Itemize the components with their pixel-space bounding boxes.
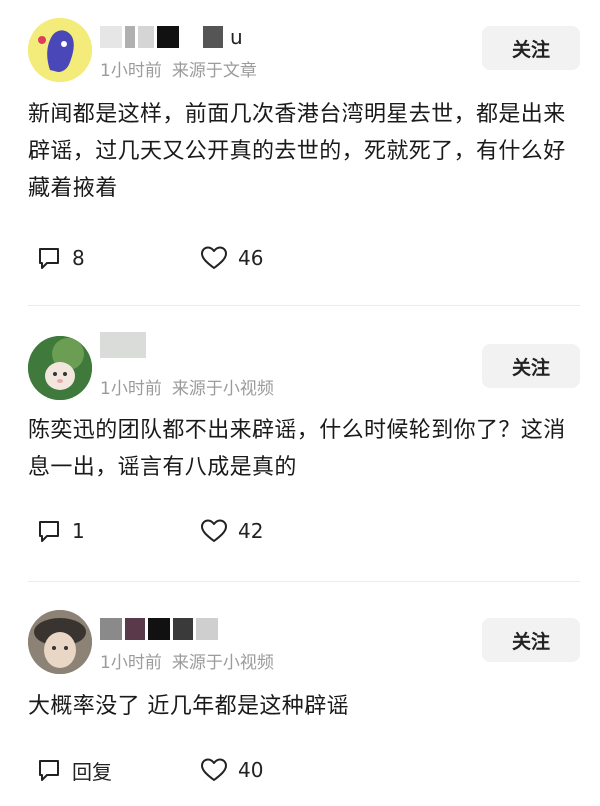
avatar[interactable] bbox=[28, 610, 92, 674]
heart-outline-icon bbox=[200, 518, 228, 544]
comment-time: 1小时前 bbox=[100, 61, 162, 81]
comment-item: 1小时前 来源于小视频 关注 大概率没了 近几年都是这种辟谣 回复 40 bbox=[0, 582, 600, 806]
username[interactable] bbox=[100, 332, 146, 358]
comment-actions: 8 46 bbox=[36, 245, 580, 271]
comment-item: 1小时前 来源于小视频 关注 陈奕迅的团队都不出来辟谣，什么时候轮到你了？这消息一… bbox=[0, 306, 600, 581]
avatar-image bbox=[28, 610, 92, 674]
avatar[interactable] bbox=[28, 336, 92, 400]
reply-count: 1 bbox=[72, 519, 85, 543]
like-count: 42 bbox=[238, 519, 264, 543]
username[interactable]: u bbox=[100, 26, 243, 48]
heart-outline-icon bbox=[200, 245, 228, 271]
comment-time: 1小时前 bbox=[100, 379, 162, 399]
like-count: 40 bbox=[238, 758, 264, 782]
comment-source: 来源于文章 bbox=[171, 61, 257, 81]
comment-actions: 1 42 bbox=[36, 518, 580, 544]
reply-count: 8 bbox=[72, 246, 85, 270]
like-action[interactable]: 46 bbox=[200, 245, 263, 271]
comment-source: 来源于小视频 bbox=[171, 379, 274, 399]
like-action[interactable]: 42 bbox=[200, 518, 263, 544]
username-visible-suffix: u bbox=[230, 25, 243, 49]
comment-text: 大概率没了 近几年都是这种辟谣 bbox=[28, 694, 349, 719]
comment-actions: 回复 40 bbox=[36, 757, 580, 784]
like-action[interactable]: 40 bbox=[200, 757, 263, 783]
avatar[interactable] bbox=[28, 18, 92, 82]
username[interactable] bbox=[100, 618, 218, 640]
avatar-image bbox=[28, 18, 92, 82]
reply-action[interactable]: 8 bbox=[36, 245, 85, 271]
reply-label: 回复 bbox=[72, 759, 112, 784]
comment-time: 1小时前 bbox=[100, 653, 162, 673]
comment-text: 新闻都是这样，前面几次香港台湾明星去世，都是出来辟谣，过几天又公开真的去世的，死… bbox=[28, 102, 566, 201]
comment-bubble-icon bbox=[36, 245, 62, 271]
follow-button[interactable]: 关注 bbox=[482, 618, 580, 662]
heart-outline-icon bbox=[200, 757, 228, 783]
avatar-image bbox=[28, 336, 92, 400]
comment-meta: 1小时前 来源于文章 bbox=[100, 56, 257, 81]
comment-text: 陈奕迅的团队都不出来辟谣，什么时候轮到你了？这消息一出，谣言有八成是真的 bbox=[28, 418, 566, 480]
reply-action[interactable]: 1 bbox=[36, 518, 85, 544]
comment-meta: 1小时前 来源于小视频 bbox=[100, 648, 274, 673]
follow-button[interactable]: 关注 bbox=[482, 26, 580, 70]
comment-meta: 1小时前 来源于小视频 bbox=[100, 374, 274, 399]
comment-bubble-icon bbox=[36, 518, 62, 544]
comment-bubble-icon bbox=[36, 757, 62, 783]
comment-source: 来源于小视频 bbox=[171, 653, 274, 673]
reply-action[interactable]: 回复 bbox=[36, 757, 112, 784]
follow-button[interactable]: 关注 bbox=[482, 344, 580, 388]
comment-item: u 1小时前 来源于文章 关注 新闻都是这样，前面几次香港台湾明星去世，都是出来辟… bbox=[0, 0, 600, 305]
like-count: 46 bbox=[238, 246, 264, 270]
